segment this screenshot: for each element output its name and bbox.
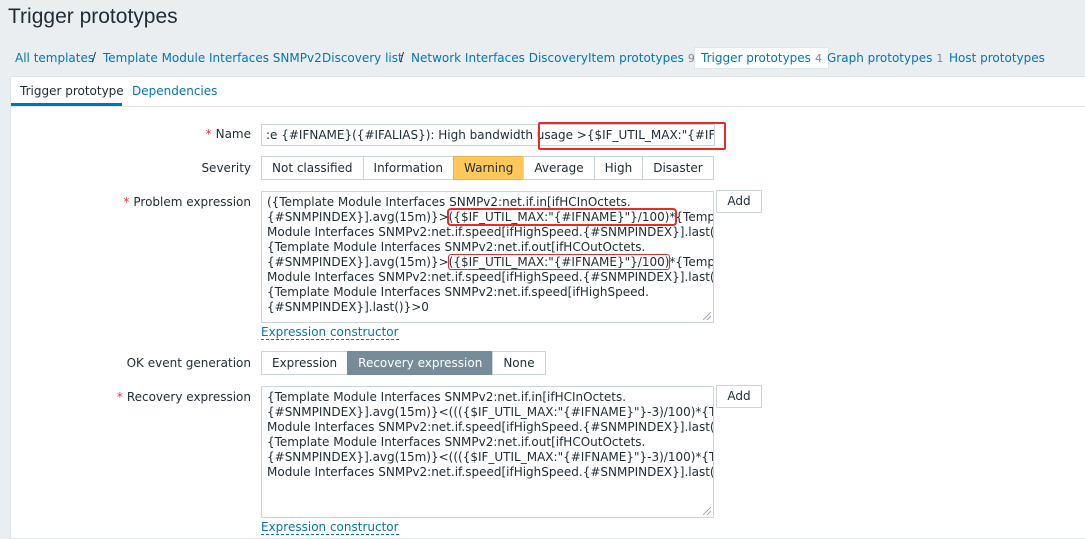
page-title: Trigger prototypes xyxy=(8,5,178,28)
name-input[interactable]: :e {#IFNAME}({#IFALIAS}): High bandwidth… xyxy=(261,124,715,146)
problem-expression-constructor-link[interactable]: Expression constructor xyxy=(261,326,399,340)
tab-count: 1 xyxy=(936,52,944,65)
recovery-expression-label: * Recovery expression xyxy=(117,390,251,404)
expression-line: {#SNMPINDEX}].avg(15m)}<((({$IF_UTIL_MAX… xyxy=(267,405,714,419)
name-label-text: Name xyxy=(215,127,251,141)
severity-high[interactable]: High xyxy=(593,156,644,180)
tab-dependencies[interactable]: Dependencies xyxy=(132,84,217,98)
expression-line: {Template Module Interfaces SNMPv2:net.i… xyxy=(267,240,646,254)
required-marker: * xyxy=(205,127,212,141)
tab-graph-prototypes[interactable]: Graph prototypes 1 xyxy=(827,51,943,65)
breadcrumb-separator: / xyxy=(400,50,405,64)
problem-add-button[interactable]: Add xyxy=(716,190,762,213)
recovery-expression-constructor-link[interactable]: Expression constructor xyxy=(261,521,399,535)
expression-text: *{Template xyxy=(669,255,713,269)
severity-label: Severity xyxy=(201,161,251,175)
tab-host-prototypes[interactable]: Host prototypes xyxy=(949,51,1045,65)
ok-event-generation-selector: Expression Recovery expression None xyxy=(261,351,546,375)
tab-label: Trigger prototypes xyxy=(701,51,811,65)
expression-text: {#SNMPINDEX}].avg(15m)}> xyxy=(267,255,449,269)
form-tabs: Trigger prototype Dependencies xyxy=(11,77,1085,107)
breadcrumb-template[interactable]: Template Module Interfaces SNMPv2 xyxy=(103,51,322,65)
trigger-form-panel: Trigger prototype Dependencies * Name :e … xyxy=(10,76,1085,539)
breadcrumb-separator: / xyxy=(92,50,97,64)
problem-expression-label: * Problem expression xyxy=(123,195,251,209)
ok-event-expression[interactable]: Expression xyxy=(261,351,349,375)
recovery-expression-label-text: Recovery expression xyxy=(126,390,251,404)
severity-disaster[interactable]: Disaster xyxy=(642,156,714,180)
highlighted-macro: ({$IF_UTIL_MAX:"{#IFNAME}"}/100)* xyxy=(446,208,678,226)
expression-line: {#SNMPINDEX}].avg(15m)}>({$IF_UTIL_MAX:"… xyxy=(267,208,713,226)
severity-selector: Not classified Information Warning Avera… xyxy=(261,156,714,180)
ok-event-generation-label: OK event generation xyxy=(126,356,251,370)
expression-text: {Template xyxy=(675,210,713,224)
tab-label: Item prototypes xyxy=(588,51,684,65)
required-marker: * xyxy=(116,390,123,404)
recovery-expression-textarea[interactable]: {Template Module Interfaces SNMPv2:net.i… xyxy=(261,386,714,518)
expression-line: Module Interfaces SNMPv2:net.if.speed[if… xyxy=(267,270,714,284)
breadcrumb: All templates / Template Module Interfac… xyxy=(0,44,1085,73)
expression-line: {Template Module Interfaces SNMPv2:net.i… xyxy=(267,390,627,404)
severity-warning[interactable]: Warning xyxy=(453,156,525,180)
problem-expression-textarea[interactable]: ({Template Module Interfaces SNMPv2:net.… xyxy=(261,191,714,323)
expression-line: Module Interfaces SNMPv2:net.if.speed[if… xyxy=(267,420,714,434)
ok-event-none[interactable]: None xyxy=(492,351,546,375)
expression-text: {#SNMPINDEX}].avg(15m)}> xyxy=(267,210,449,224)
name-label: * Name xyxy=(206,127,251,141)
highlighted-macro: ({$IF_UTIL_MAX:"{#IFNAME}"}/100) xyxy=(447,254,671,270)
expression-line: ({Template Module Interfaces SNMPv2:net.… xyxy=(267,195,631,209)
breadcrumb-discovery-list[interactable]: Discovery list xyxy=(322,51,403,65)
expression-line: {#SNMPINDEX}].last()}>0 xyxy=(267,300,429,314)
expression-line: {#SNMPINDEX}].avg(15m)}>({$IF_UTIL_MAX:"… xyxy=(267,254,713,270)
resize-handle[interactable] xyxy=(703,507,711,515)
active-tab-indicator xyxy=(11,103,122,106)
tab-trigger-prototypes[interactable]: Trigger prototypes 4 xyxy=(694,47,829,69)
tab-label: Graph prototypes xyxy=(827,51,933,65)
severity-information[interactable]: Information xyxy=(362,156,454,180)
expression-line: {Template Module Interfaces SNMPv2:net.i… xyxy=(267,285,649,299)
expression-line: {Template Module Interfaces SNMPv2:net.i… xyxy=(267,435,646,449)
tab-trigger-prototype[interactable]: Trigger prototype xyxy=(20,84,124,98)
expression-line: Module Interfaces SNMPv2:net.if.speed[if… xyxy=(267,225,714,239)
tab-count: 4 xyxy=(814,52,822,65)
severity-not-classified[interactable]: Not classified xyxy=(261,156,364,180)
required-marker: * xyxy=(123,195,130,209)
problem-expression-label-text: Problem expression xyxy=(133,195,251,209)
ok-event-recovery-expression[interactable]: Recovery expression xyxy=(347,351,494,375)
expression-line: Module Interfaces SNMPv2:net.if.speed[if… xyxy=(267,465,714,479)
breadcrumb-discovery-rule[interactable]: Network Interfaces Discovery xyxy=(411,51,588,65)
recovery-add-button[interactable]: Add xyxy=(716,385,762,408)
tab-item-prototypes[interactable]: Item prototypes 9 xyxy=(588,51,695,65)
severity-average[interactable]: Average xyxy=(523,156,595,180)
resize-handle[interactable] xyxy=(703,312,711,320)
expression-line: {#SNMPINDEX}].avg(15m)}<((({$IF_UTIL_MAX… xyxy=(267,450,714,464)
tab-label: Host prototypes xyxy=(949,51,1045,65)
breadcrumb-all-templates[interactable]: All templates xyxy=(15,51,94,65)
